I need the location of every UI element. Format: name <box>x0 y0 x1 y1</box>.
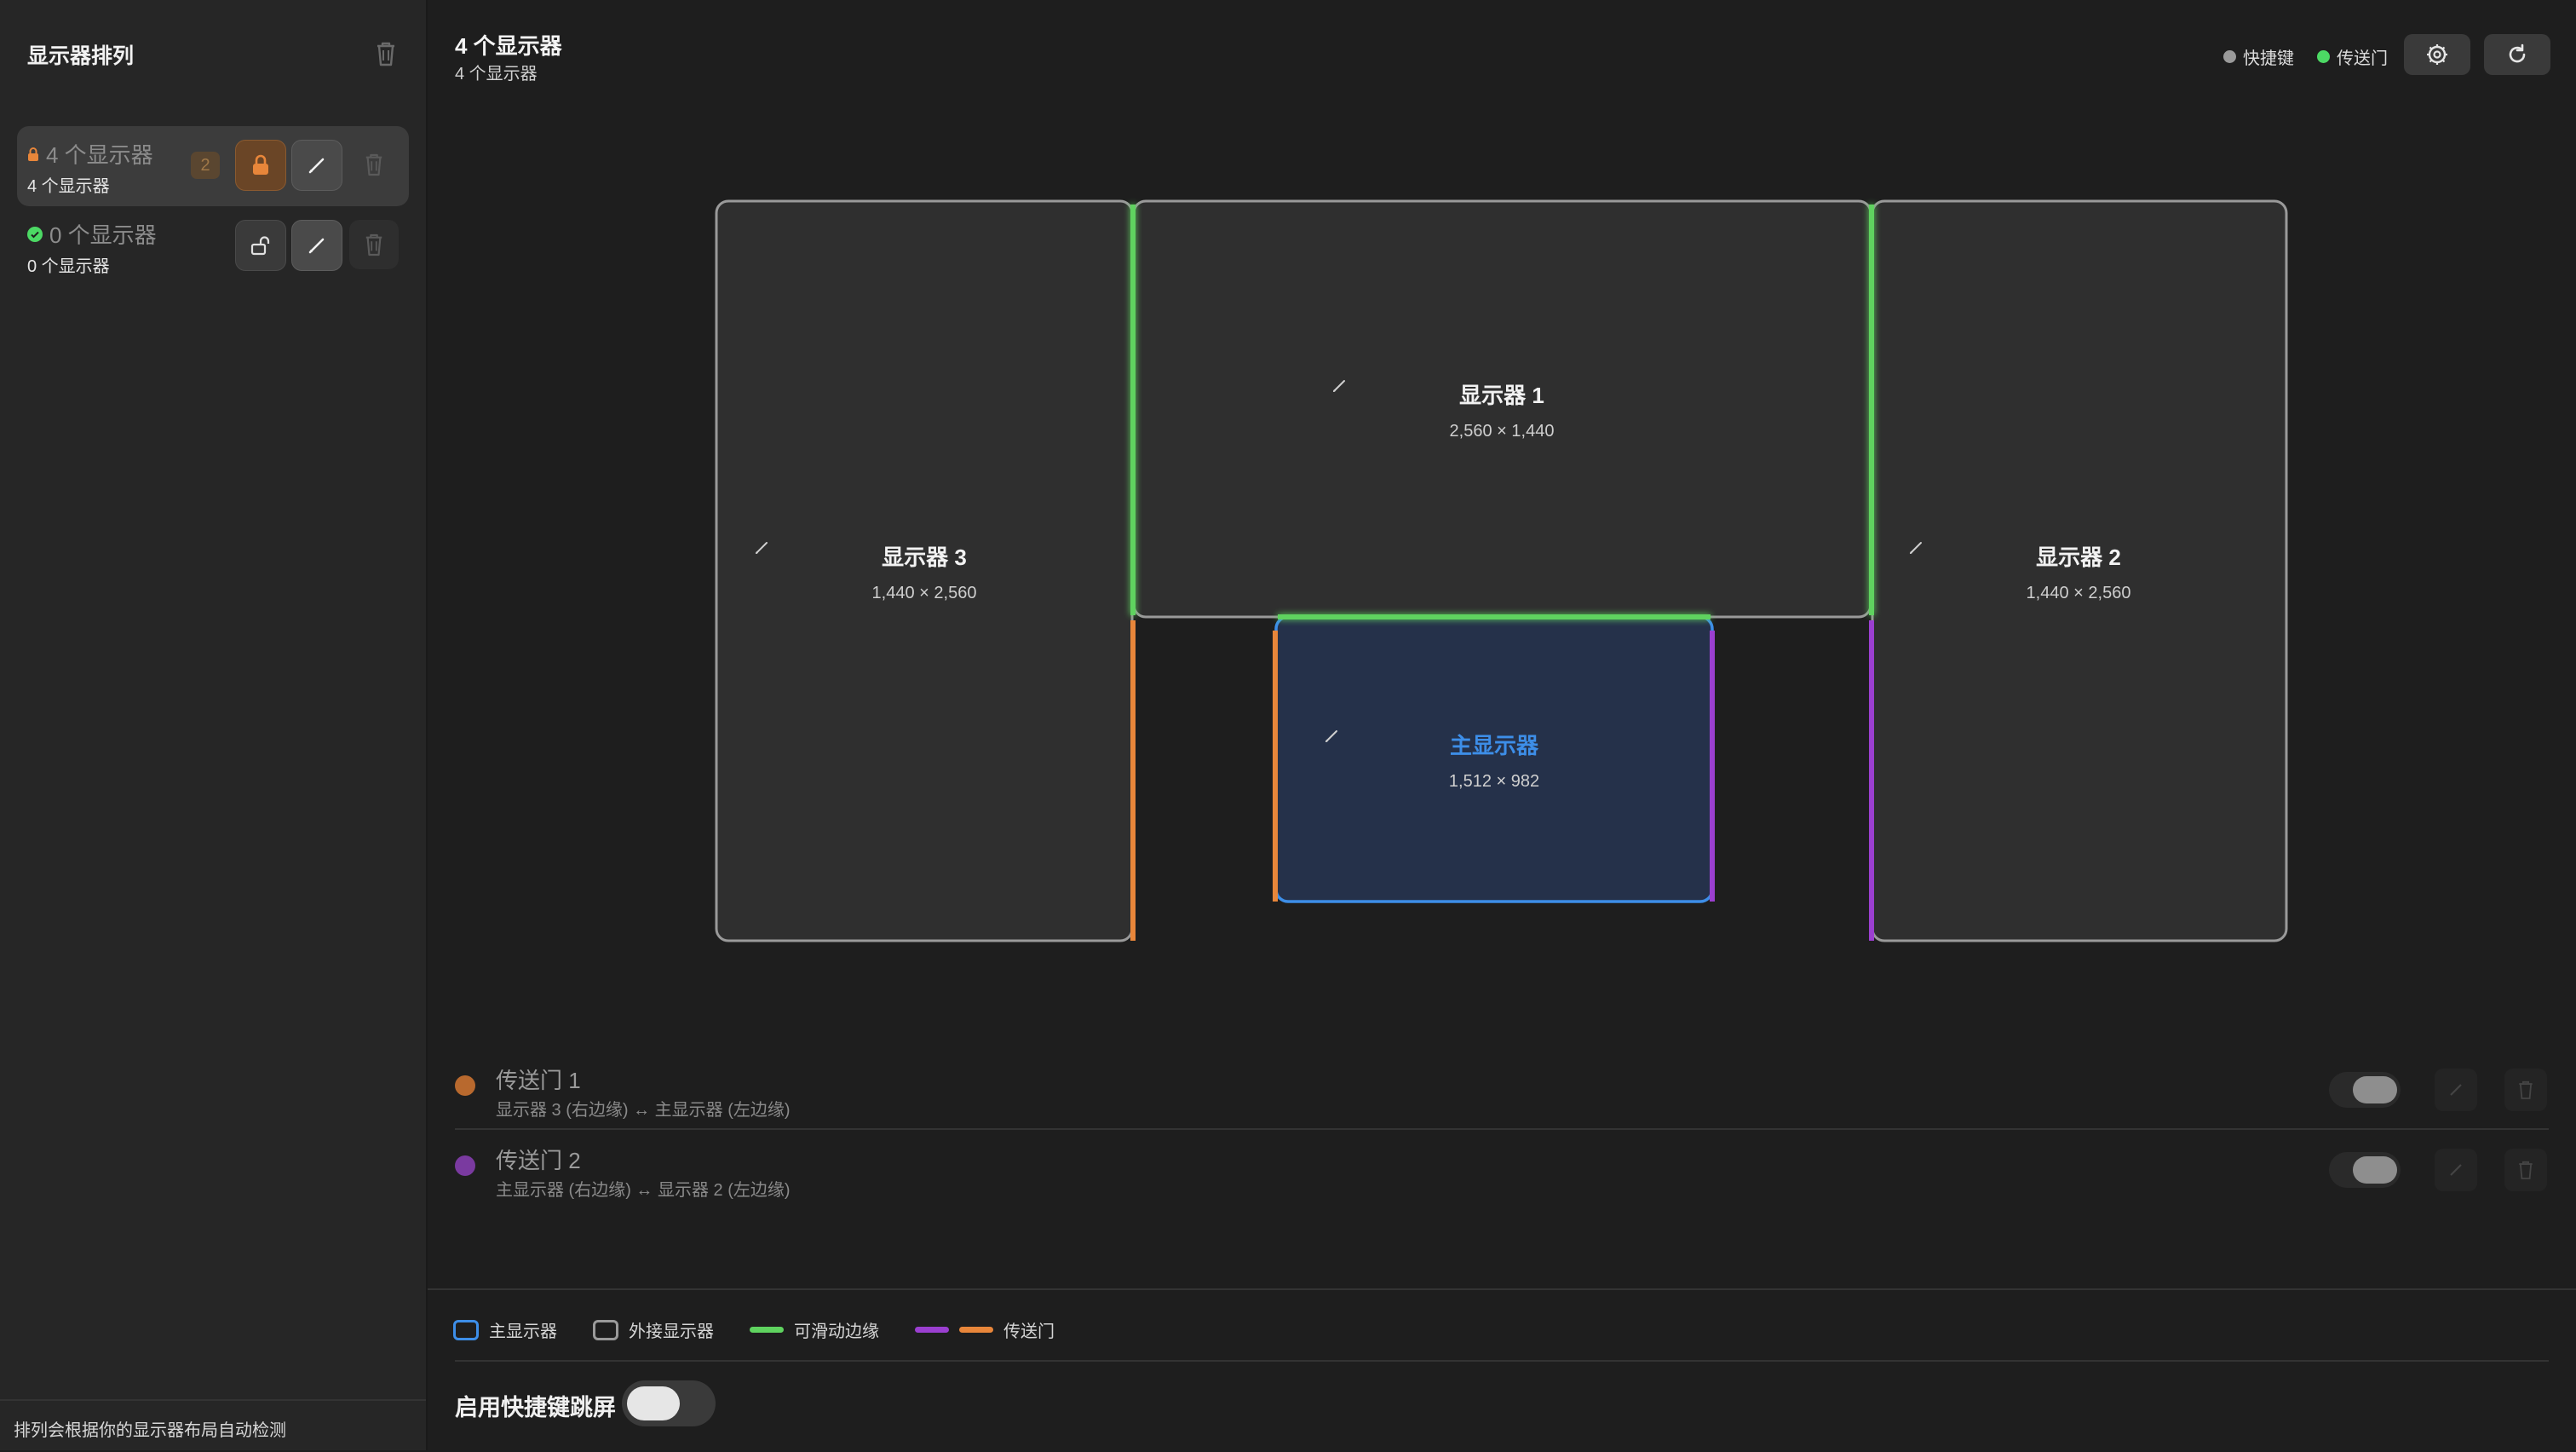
pencil-icon[interactable] <box>754 540 769 556</box>
monitor-name: 主显示器 <box>1449 733 1538 758</box>
portal-edit-button[interactable] <box>2435 1149 2477 1191</box>
legend-main-display: 主显示器 <box>453 1317 557 1342</box>
monitor-2-label[interactable]: 显示器 2 1,440 × 2,560 <box>1908 540 2249 603</box>
portal-row[interactable]: 传送门 2 主显示器 (右边缘) ↔ 显示器 2 (左边缘) <box>443 1130 2549 1208</box>
sidebar-footer: 排列会根据你的显示器布局自动检测 <box>0 1399 426 1452</box>
sidebar-footer-text: 排列会根据你的显示器布局自动检测 <box>14 1421 286 1440</box>
legend-external-display: 外接显示器 <box>593 1317 714 1342</box>
sidebar-item-0-displays[interactable]: 0 个显示器 0 个显示器 <box>17 206 409 286</box>
delete-button[interactable] <box>349 140 399 189</box>
count-badge: 2 <box>191 152 220 179</box>
trash-icon <box>2519 1161 2533 1179</box>
trash-icon <box>365 153 382 176</box>
divider <box>455 1360 2549 1362</box>
trash-icon <box>2519 1080 2533 1099</box>
portal-name: 传送门 2 <box>496 1148 581 1173</box>
monitor-name: 显示器 1 <box>1459 383 1544 408</box>
gray-square-icon <box>593 1319 618 1340</box>
portal-description: 显示器 3 (右边缘) ↔ 主显示器 (左边缘) <box>496 1101 791 1120</box>
orange-bar-icon <box>959 1327 993 1333</box>
sidebar-item-4-displays[interactable]: 4 个显示器 4 个显示器 2 <box>17 126 409 206</box>
portal-color-dot <box>455 1075 475 1096</box>
portal-delete-button[interactable] <box>2504 1149 2547 1191</box>
legend-portal: 传送门 <box>2317 44 2388 69</box>
gear-icon <box>2427 44 2447 65</box>
pencil-icon <box>2450 1084 2462 1096</box>
green-bar-icon <box>750 1327 784 1333</box>
gray-dot-icon <box>2223 50 2236 63</box>
delete-button[interactable] <box>349 220 399 269</box>
edit-button[interactable] <box>291 140 342 191</box>
green-dot-icon <box>2317 50 2330 63</box>
portal-edit-button[interactable] <box>2435 1069 2477 1111</box>
legend-hotkey: 快捷键 <box>2223 44 2294 69</box>
monitor-resolution: 1,512 × 982 <box>1448 772 1540 791</box>
monitor-1-label[interactable]: 显示器 1 2,560 × 1,440 <box>1331 378 1672 441</box>
pencil-icon[interactable] <box>1908 540 1923 556</box>
legend-slidable-edge: 可滑动边缘 <box>750 1317 879 1342</box>
portal-name: 传送门 1 <box>496 1068 581 1093</box>
monitor-main-label[interactable]: 主显示器 1,512 × 982 <box>1324 729 1665 792</box>
unlock-icon <box>250 236 270 256</box>
pencil-icon <box>308 158 325 174</box>
blue-square-icon <box>453 1319 479 1340</box>
divider <box>428 1288 2576 1290</box>
sidebar-item-sublabel: 0 个显示器 <box>27 257 110 276</box>
page-subtitle: 4 个显示器 <box>455 65 538 84</box>
legend-portal: 传送门 <box>915 1317 1055 1342</box>
monitor-3-label[interactable]: 显示器 3 1,440 × 2,560 <box>754 540 1095 603</box>
portal-toggle[interactable] <box>2329 1152 2401 1188</box>
pencil-icon[interactable] <box>1324 729 1339 744</box>
portal-row[interactable]: 传送门 1 显示器 3 (右边缘) ↔ 主显示器 (左边缘) <box>443 1050 2549 1128</box>
monitor-resolution: 1,440 × 2,560 <box>871 584 977 602</box>
monitor-name: 显示器 3 <box>882 544 967 570</box>
edit-button[interactable] <box>291 220 342 271</box>
unlock-button[interactable] <box>235 220 286 271</box>
lock-icon <box>253 154 268 175</box>
portal-description: 主显示器 (右边缘) ↔ 显示器 2 (左边缘) <box>496 1181 791 1200</box>
hotkey-label: 启用快捷键跳屏 <box>455 1395 616 1420</box>
sidebar-title: 显示器排列 <box>27 44 135 68</box>
refresh-button[interactable] <box>2484 34 2550 75</box>
trash-icon <box>365 233 382 256</box>
monitor-resolution: 1,440 × 2,560 <box>2026 584 2131 602</box>
pencil-icon[interactable] <box>1331 378 1347 394</box>
trash-icon[interactable] <box>375 41 397 66</box>
pencil-icon <box>2450 1164 2462 1176</box>
portal-toggle[interactable] <box>2329 1072 2401 1108</box>
checkmark-icon <box>27 226 43 242</box>
page-title: 4 个显示器 <box>455 33 562 59</box>
monitor-resolution: 2,560 × 1,440 <box>1449 422 1555 441</box>
monitor-name: 显示器 2 <box>2036 544 2121 570</box>
portal-delete-button[interactable] <box>2504 1069 2547 1111</box>
lock-button[interactable] <box>235 140 286 191</box>
pencil-icon <box>308 238 325 254</box>
sidebar-item-label: 4 个显示器 <box>46 142 153 168</box>
sidebar-item-sublabel: 4 个显示器 <box>27 177 110 196</box>
sidebar-item-label: 0 个显示器 <box>49 222 157 248</box>
refresh-icon <box>2509 43 2526 63</box>
portal-color-dot <box>455 1155 475 1176</box>
settings-button[interactable] <box>2404 34 2470 75</box>
hotkey-toggle[interactable] <box>622 1380 716 1426</box>
lock-icon <box>28 147 38 161</box>
sidebar: 显示器排列 4 个显示器 4 个显示器 2 0 个显示器 0 个显示器 排列会根… <box>0 0 428 1450</box>
purple-bar-icon <box>915 1327 949 1333</box>
